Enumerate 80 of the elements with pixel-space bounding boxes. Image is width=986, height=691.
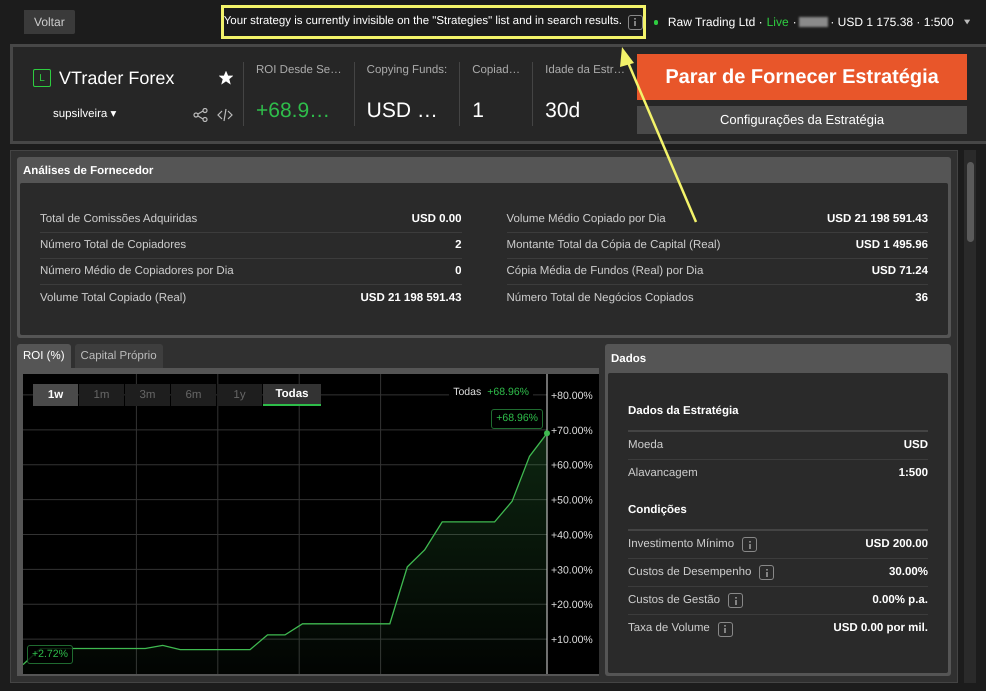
stat-value: USD … [366,98,439,124]
live-status: Live [766,14,789,31]
strategy-name: VTrader Forex [59,66,174,90]
chart-tab[interactable]: ROI (%) [17,344,71,368]
stat-value: 2 [455,238,462,254]
stat-value: USD 21 198 591.43 [360,290,462,306]
separator-text: · [792,14,797,31]
end-value-label: +68.96% [491,409,543,429]
detail-value: USD 200.00 [865,536,928,552]
info-icon[interactable] [628,14,643,30]
stat-label: Total de Comissões Adquiridas [40,212,198,228]
legend-label: Todas [453,385,482,400]
stat-value: USD 21 198 591.43 [826,212,928,228]
stat-label: Idade da Estr… [545,63,626,78]
panel-title: Análises de Fornecedor [22,164,154,179]
detail-value: USD 0.00 por mil. [833,621,928,636]
stat-label: Copying Funds: [366,63,448,78]
detail-value: 0.00% p.a. [872,592,928,608]
detail-label: Alavancagem [628,466,698,482]
detail-value: USD [904,438,928,453]
stat-label: Montante Total da Cópia de Capital (Real) [506,238,720,254]
stat-label: Volume Médio Copiado por Dia [506,212,666,228]
axis-tick-label: +10.00% [551,634,593,646]
stat-label: Copiad… [472,63,520,78]
back-button[interactable]: Voltar [24,10,75,34]
stat-value: +68.9… [256,98,332,124]
stat-label: Cópia Média de Fundos (Real) por Dia [506,264,704,280]
code-icon[interactable] [217,108,233,122]
detail-value: 30.00% [888,564,928,580]
stop-providing-button[interactable]: Parar de Fornecer Estratégia [637,54,968,100]
stat-label: Número Médio de Copiadores por Dia [40,264,234,280]
stat-value: USD 0.00 [412,212,462,228]
section-title: Dados da Estratégia [628,402,928,432]
caret-icon[interactable] [964,19,970,25]
period-button[interactable]: Todas [263,384,321,406]
info-icon[interactable] [728,593,744,608]
stat-value: 0 [455,264,462,280]
legend-value: +68.96% [487,385,529,400]
axis-tick-label: +80.00% [551,390,593,402]
redacted-block [798,17,828,27]
detail-label: Moeda [628,438,664,453]
detail-label: Taxa de Volume [628,621,710,636]
stat-value: 1 [472,98,485,124]
axis-tick-label: +20.00% [551,599,593,612]
star-icon[interactable] [219,71,233,86]
stat-label: ROI Desde Se… [256,63,342,78]
detail-label: Custos de Gestão [628,592,720,608]
chart-tab[interactable]: Capital Próprio [74,344,163,368]
end-point [544,430,550,437]
stat-label: Número Total de Copiadores [40,238,186,254]
detail-value: 1:500 [898,466,928,482]
strategy-settings-button[interactable]: Configurações da Estratégia [637,106,968,134]
axis-tick-label: +70.00% [551,425,593,438]
stat-value: 36 [915,290,928,306]
info-icon[interactable] [742,537,758,552]
strategy-badge: L [33,69,51,88]
info-icon[interactable] [759,565,774,580]
account-name: Raw Trading Ltd · [668,14,763,31]
stat-value: 30d [545,98,582,124]
panel-title: Dados [610,352,648,368]
axis-tick-label: +30.00% [551,564,593,577]
stat-label: Volume Total Copiado (Real) [40,290,186,306]
stat-label: Número Total de Negócios Copiados [506,290,694,306]
stat-value: USD 71.24 [872,264,928,280]
notice-text: Your strategy is currently invisible on the "Strategies" list and in search results. [224,14,622,30]
axis-tick-label: +50.00% [551,494,593,507]
section-title: Condições [628,502,928,531]
start-value-label: +2.72% [27,644,73,664]
scrollbar-thumb[interactable] [966,162,974,242]
owner-dropdown[interactable]: supsilveira ▾ [53,106,117,124]
stat-value: USD 1 495.96 [856,238,928,254]
detail-label: Investimento Mínimo [628,536,734,552]
axis-tick-label: +60.00% [551,460,593,472]
detail-label: Custos de Desempenho [628,564,752,580]
share-icon[interactable] [193,108,209,122]
scrollbar[interactable] [964,150,976,683]
account-details: · USD 1 175.38 · 1:500 [830,14,954,31]
info-icon[interactable] [718,622,733,636]
period-button[interactable]: 1w [33,384,78,406]
axis-tick-label: +40.00% [551,530,593,542]
